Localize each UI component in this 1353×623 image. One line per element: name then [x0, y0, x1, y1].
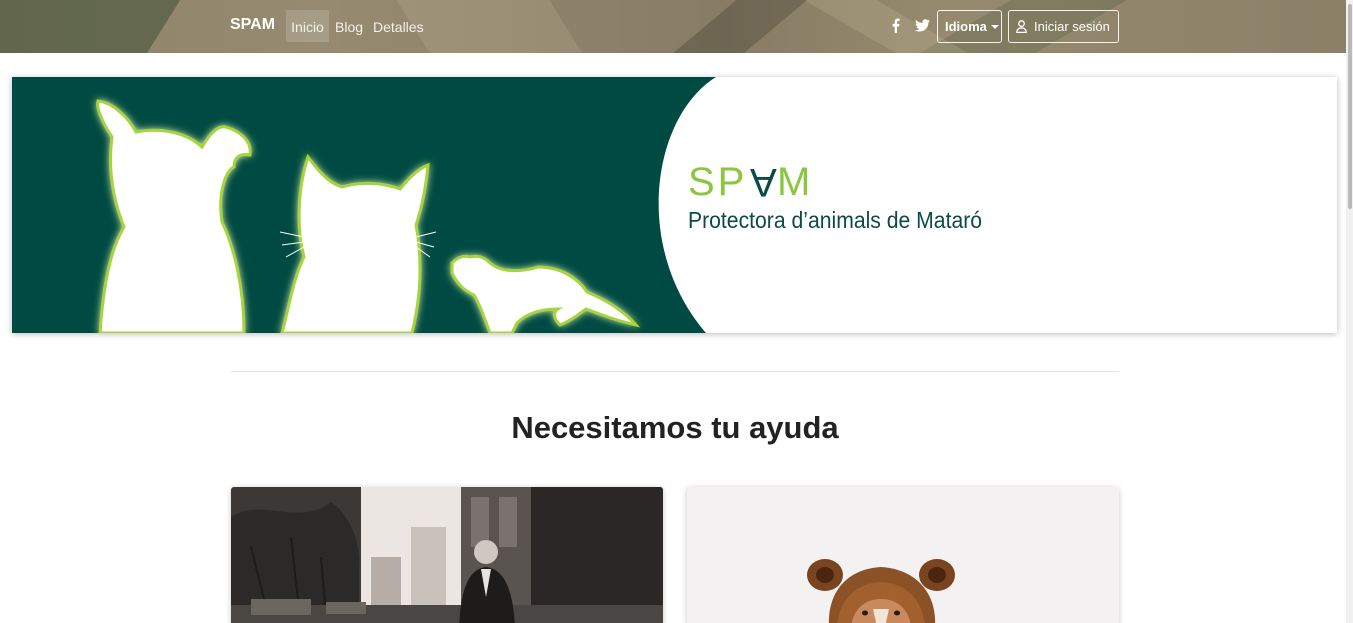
section-title: Necesitamos tu ayuda — [511, 410, 839, 445]
top-navbar: SPAM Inicio Blog Detalles Idioma Iniciar… — [0, 0, 1353, 53]
page-scrollbar-thumb[interactable] — [1348, 4, 1352, 209]
brand-link[interactable]: SPAM — [230, 16, 275, 34]
banner-logo-subtitle: Protectora d’animals de Mataró — [688, 207, 983, 233]
nav-link-detalles[interactable]: Detalles — [373, 19, 424, 35]
nav-link-blog[interactable]: Blog — [335, 19, 363, 35]
facebook-icon[interactable] — [887, 17, 903, 33]
login-label: Iniciar sesión — [1034, 19, 1110, 34]
nav-link-inicio[interactable]: Inicio — [286, 10, 329, 42]
dog-costume-photo-image — [687, 487, 1119, 623]
hero-banner: SPAM Protectora d’animals de Mataró — [12, 77, 1337, 333]
street-photo-image — [231, 487, 663, 623]
login-button[interactable]: Iniciar sesión — [1008, 10, 1119, 43]
language-dropdown[interactable]: Idioma — [937, 10, 1002, 43]
help-card-donation[interactable] — [687, 487, 1119, 623]
help-card-adoption[interactable] — [231, 487, 663, 623]
banner-illustration — [12, 77, 716, 333]
twitter-icon[interactable] — [914, 17, 930, 33]
user-icon — [1016, 20, 1027, 33]
banner-logo-title: SPAM — [688, 160, 814, 204]
language-dropdown-label: Idioma — [945, 19, 987, 34]
caret-down-icon — [990, 24, 999, 29]
cat-silhouette — [280, 153, 430, 333]
section-divider — [231, 371, 1119, 372]
banner-logo: SPAM Protectora d’animals de Mataró — [688, 159, 1008, 234]
